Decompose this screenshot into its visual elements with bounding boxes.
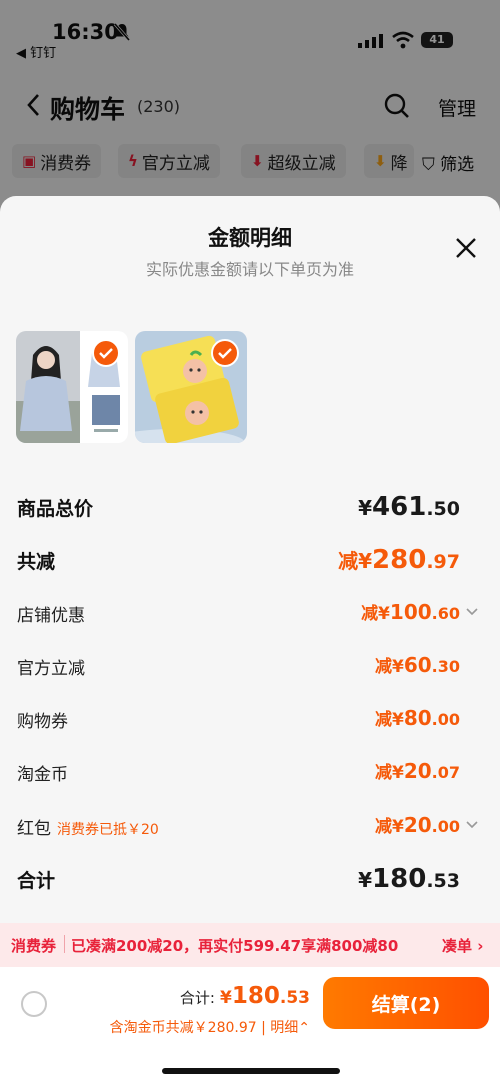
- amount-detail-sheet: 金额明细 实际优惠金额请以下单页为准 商品总价 ¥461.50 共减 减¥280…: [0, 196, 500, 1087]
- taojinbi-value: 减¥20.07: [374, 759, 460, 783]
- coupon-promo-bar: 消费券 已凑满200减20，再实付599.47享满800减80 凑单 ›: [0, 923, 500, 967]
- row-label: 共减: [17, 551, 56, 573]
- total-discount-value: 减¥280.97: [338, 545, 460, 575]
- row-grand-total: 合计 ¥180.53: [0, 858, 500, 898]
- row-label: 淘金币: [17, 765, 68, 785]
- savings-detail-toggle[interactable]: 含淘金币共减￥280.97 | 明细⌃: [110, 1017, 310, 1037]
- official-discount-value: 减¥60.30: [374, 653, 460, 677]
- row-shop-discount[interactable]: 店铺优惠 减¥100.60: [0, 593, 500, 633]
- add-items-link[interactable]: 凑单 ›: [442, 935, 483, 956]
- checkout-button[interactable]: 结算(2): [323, 977, 489, 1029]
- select-all-radio[interactable]: [21, 991, 47, 1017]
- row-label: 店铺优惠: [17, 606, 85, 626]
- row-label: 购物券: [17, 712, 68, 732]
- product-thumbnail-snack[interactable]: [135, 331, 247, 443]
- footer-total: 合计: ¥180.53: [180, 983, 310, 1009]
- chevron-down-icon[interactable]: [466, 608, 478, 616]
- total-label: 合计:: [179, 989, 215, 1007]
- row-label: 合计: [17, 870, 56, 892]
- selected-check-icon: [92, 339, 120, 367]
- subtotal-value: ¥461.50: [358, 492, 460, 522]
- promo-divider: [64, 935, 65, 953]
- red-packet-note: 消费券已抵￥20: [57, 822, 159, 838]
- row-taojinbi: 淘金币 减¥20.07: [0, 752, 500, 792]
- shopping-coupon-value: 减¥80.00: [374, 706, 460, 730]
- chevron-down-icon[interactable]: [466, 821, 478, 829]
- close-icon[interactable]: [455, 237, 477, 259]
- row-label: 商品总价: [17, 498, 94, 520]
- row-official-discount: 官方立减 减¥60.30: [0, 646, 500, 686]
- row-red-packet[interactable]: 红包 消费券已抵￥20 减¥20.00: [0, 806, 500, 846]
- promo-tag: 消费券: [11, 937, 57, 955]
- total-value: ¥180.53: [220, 983, 310, 1009]
- selected-check-icon: [211, 339, 239, 367]
- sheet-title: 金额明细: [208, 226, 292, 250]
- shop-discount-value: 减¥100.60: [361, 600, 460, 624]
- product-thumbnail-jacket[interactable]: [16, 331, 128, 443]
- grand-total-value: ¥180.53: [358, 864, 460, 894]
- row-total-discount: 共减 减¥280.97: [0, 539, 500, 579]
- red-packet-value: 减¥20.00: [374, 813, 460, 837]
- sheet-subtitle: 实际优惠金额请以下单页为准: [145, 260, 354, 279]
- checkout-footer: 合计: ¥180.53 含淘金币共减￥280.97 | 明细⌃ 结算(2): [0, 967, 500, 1087]
- row-label: 官方立减: [17, 659, 85, 679]
- promo-text: 已凑满200减20，再实付599.47享满800减80: [71, 937, 399, 955]
- row-label: 红包 消费券已抵￥20: [17, 819, 159, 839]
- row-shopping-coupon: 购物券 减¥80.00: [0, 699, 500, 739]
- row-subtotal: 商品总价 ¥461.50: [0, 486, 500, 526]
- home-indicator: [162, 1068, 340, 1074]
